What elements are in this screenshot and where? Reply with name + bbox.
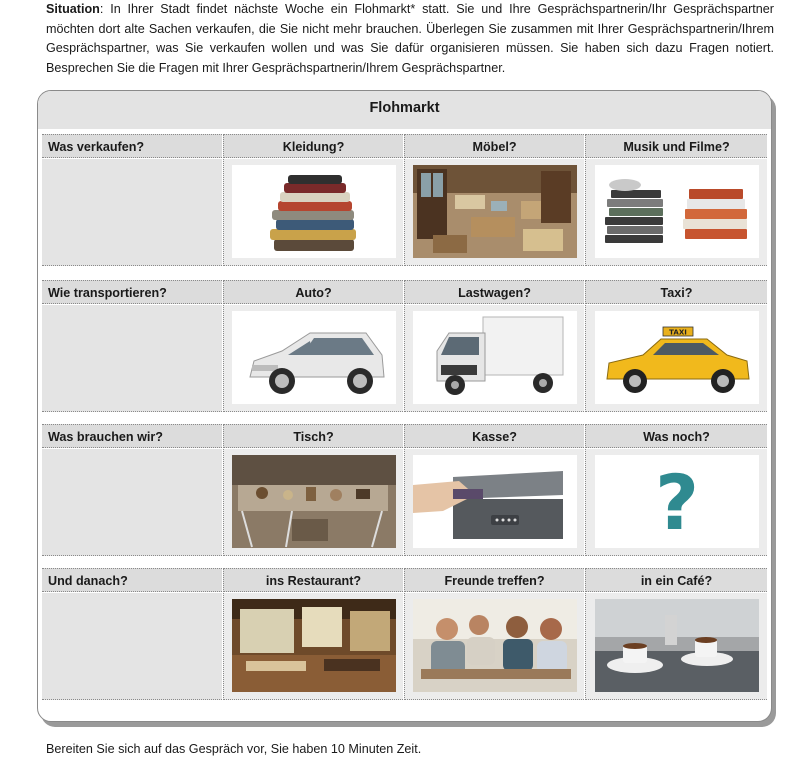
clothes-image (232, 165, 396, 258)
situation-lead: Situation (46, 2, 100, 16)
card-title: Flohmarkt (38, 91, 771, 129)
option-image-cell: TAXI (585, 305, 767, 412)
option-label: Lastwagen? (404, 280, 584, 304)
option-label: Musik und Filme? (585, 134, 767, 158)
section-body-row (42, 593, 767, 700)
option-image-cell (223, 159, 403, 266)
option-label: Möbel? (404, 134, 584, 158)
flohmarkt-card: Flohmarkt Was verkaufen? Kleidung? Möbel… (37, 90, 772, 722)
option-label: ins Restaurant? (223, 568, 403, 592)
section-header-row: Wie transportieren? Auto? Lastwagen? Tax… (42, 280, 767, 304)
option-label: Taxi? (585, 280, 767, 304)
option-image-cell (585, 159, 767, 266)
section-body-row: TAXI (42, 305, 767, 412)
option-image-cell (404, 593, 584, 700)
coffee-image (595, 599, 759, 692)
answer-area[interactable] (42, 449, 222, 556)
option-image-cell (585, 593, 767, 700)
question-label: Was brauchen wir? (42, 424, 222, 448)
question-label: Wie transportieren? (42, 280, 222, 304)
svg-text:?: ? (655, 458, 699, 547)
table-image (232, 455, 396, 548)
section-header-row: Was verkaufen? Kleidung? Möbel? Musik un… (42, 134, 767, 158)
option-label: in ein Café? (585, 568, 767, 592)
friends-image (413, 599, 577, 692)
question-mark-image: ? (595, 455, 759, 548)
cd-dvd-image (595, 165, 759, 258)
situation-paragraph: Situation: In Ihrer Stadt findet nächste… (46, 0, 774, 78)
option-image-cell (404, 305, 584, 412)
option-image-cell: ? (585, 449, 767, 556)
option-label: Was noch? (585, 424, 767, 448)
cashbox-image (413, 455, 577, 548)
option-label: Freunde treffen? (404, 568, 584, 592)
car-image (232, 311, 396, 404)
answer-area[interactable] (42, 305, 222, 412)
truck-image (413, 311, 577, 404)
furniture-image (413, 165, 577, 258)
section-header-row: Und danach? ins Restaurant? Freunde tref… (42, 568, 767, 592)
option-image-cell (223, 593, 403, 700)
situation-text: : In Ihrer Stadt findet nächste Woche ei… (46, 2, 774, 75)
option-label: Kleidung? (223, 134, 403, 158)
option-label: Kasse? (404, 424, 584, 448)
taxi-image: TAXI (595, 311, 759, 404)
answer-area[interactable] (42, 593, 222, 700)
footer-instruction: Bereiten Sie sich auf das Gespräch vor, … (46, 742, 422, 756)
section-header-row: Was brauchen wir? Tisch? Kasse? Was noch… (42, 424, 767, 448)
option-label: Auto? (223, 280, 403, 304)
section-body-row (42, 159, 767, 266)
question-label: Und danach? (42, 568, 222, 592)
restaurant-image (232, 599, 396, 692)
option-label: Tisch? (223, 424, 403, 448)
question-label: Was verkaufen? (42, 134, 222, 158)
section-body-row: ? (42, 449, 767, 556)
option-image-cell (404, 159, 584, 266)
option-image-cell (223, 449, 403, 556)
svg-text:TAXI: TAXI (669, 329, 687, 337)
option-image-cell (404, 449, 584, 556)
option-image-cell (223, 305, 403, 412)
answer-area[interactable] (42, 159, 222, 266)
